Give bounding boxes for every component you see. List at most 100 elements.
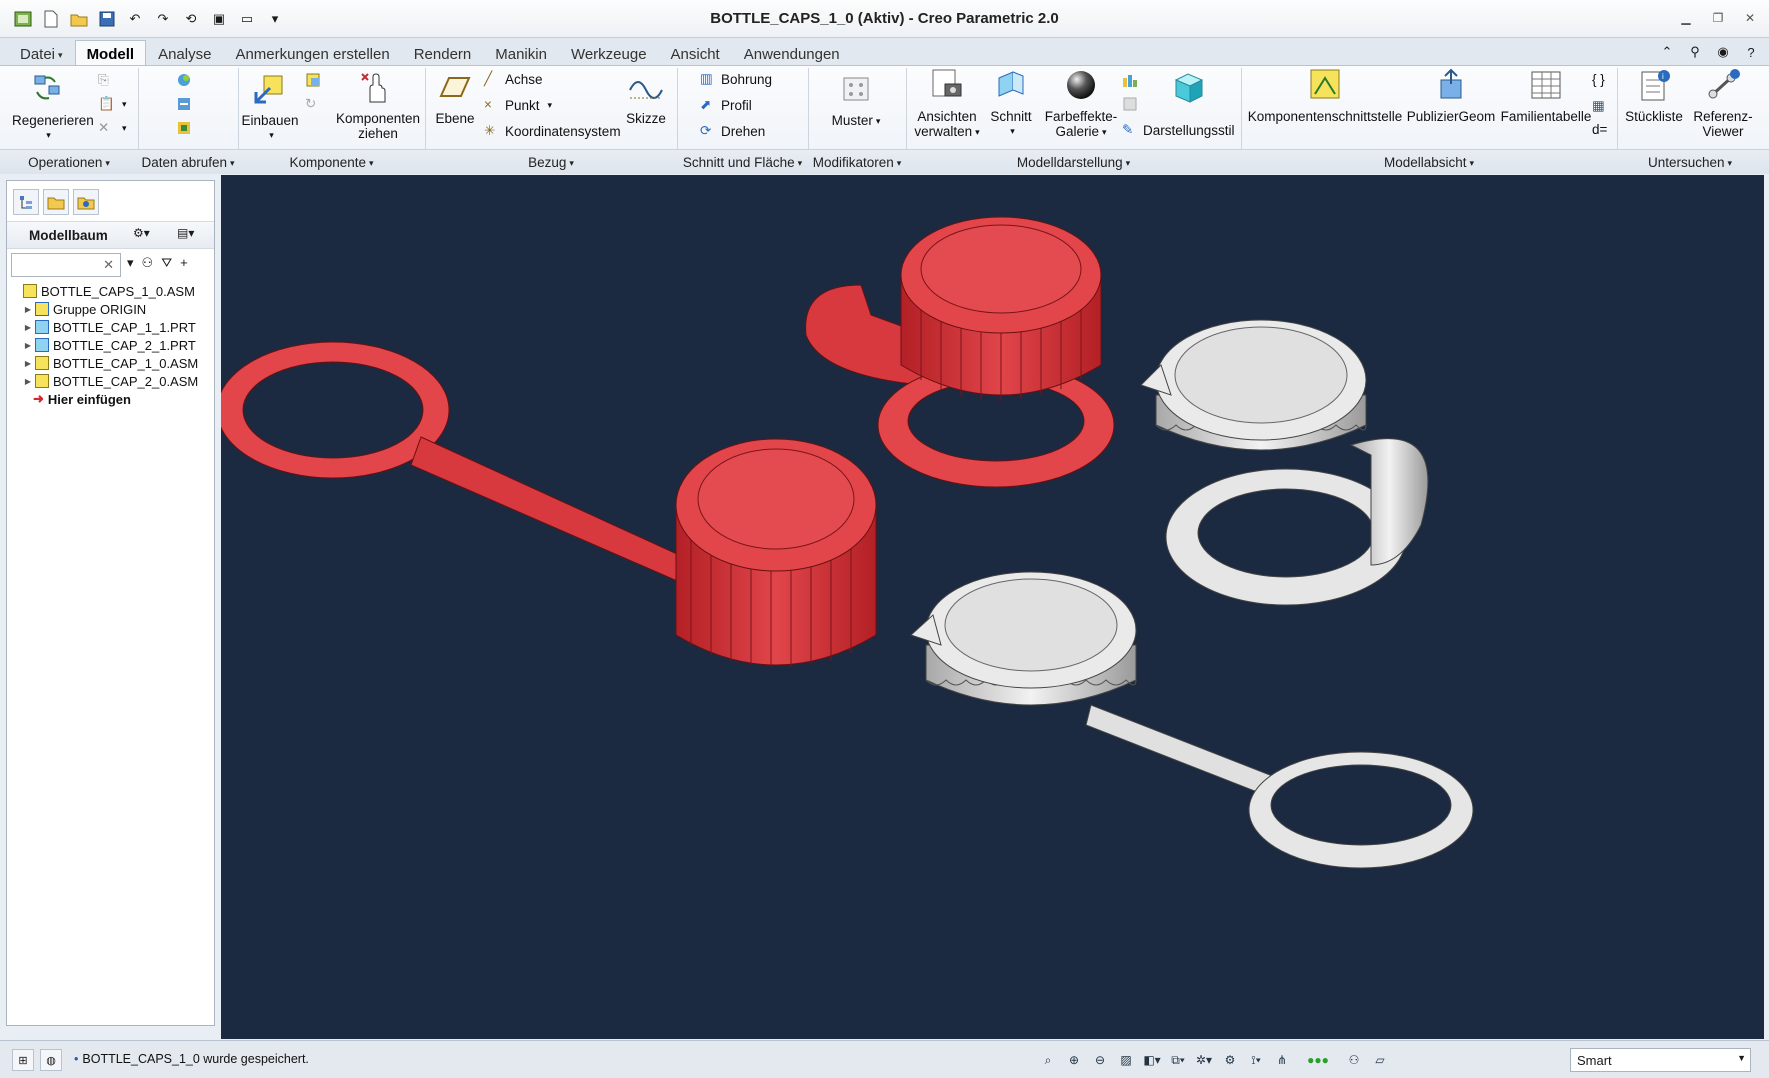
- browser-toggle-icon[interactable]: ◍: [40, 1049, 62, 1071]
- selection-box-icon[interactable]: ▱: [1370, 1050, 1390, 1070]
- display-style-button[interactable]: ✎ Darstellungsstil: [1122, 122, 1235, 138]
- community-icon[interactable]: ◉: [1713, 42, 1733, 62]
- selection-filter-dropdown[interactable]: Smart ▼: [1570, 1048, 1751, 1072]
- refit-icon[interactable]: ⌕: [1038, 1050, 1058, 1070]
- revolve-button[interactable]: ⟳ Drehen: [700, 123, 765, 139]
- datum-display-icon[interactable]: ✲▾: [1194, 1050, 1214, 1070]
- repaint-icon[interactable]: ▨: [1116, 1050, 1136, 1070]
- section-button[interactable]: Schnitt ▾: [988, 68, 1034, 139]
- tree-node-group[interactable]: ▶ Gruppe ORIGIN: [11, 300, 211, 318]
- profile-button[interactable]: ⬈ Profil: [700, 97, 752, 113]
- bom-button[interactable]: i Stückliste: [1620, 68, 1688, 124]
- component-interface-button[interactable]: Komponentenschnittstelle: [1246, 68, 1404, 124]
- show-tree-toggle-icon[interactable]: ⊞: [12, 1049, 34, 1071]
- search-dropdown-icon[interactable]: ▾: [127, 255, 134, 271]
- paste-button[interactable]: 📋 ▾: [98, 96, 127, 112]
- tab-datei[interactable]: Datei ▾: [8, 40, 75, 66]
- expand-icon[interactable]: ▶: [23, 359, 33, 368]
- expand-icon[interactable]: ▶: [23, 341, 33, 350]
- tree-columns-icon[interactable]: ▤▾: [177, 226, 197, 244]
- view-manager-icon[interactable]: ⋔: [1272, 1050, 1292, 1070]
- favorites-tab-icon[interactable]: [73, 189, 99, 215]
- tab-modell[interactable]: Modell: [74, 40, 147, 66]
- axis-button[interactable]: ╱ Achse: [484, 71, 543, 87]
- drag-components-button[interactable]: Komponenten ziehen: [336, 70, 420, 141]
- tree-node-asm-2[interactable]: ▶ BOTTLE_CAP_2_0.ASM: [11, 372, 211, 390]
- group-bezug[interactable]: Bezug ▾: [425, 155, 677, 170]
- relations-icon[interactable]: { }: [1592, 72, 1608, 88]
- tree-node-root[interactable]: BOTTLE_CAPS_1_0.ASM: [11, 282, 211, 300]
- tab-analyse[interactable]: Analyse: [146, 40, 223, 66]
- model-tree-tab-icon[interactable]: [13, 189, 39, 215]
- white-crown-cap-long-strap[interactable]: [910, 571, 1474, 869]
- tab-ansicht[interactable]: Ansicht: [659, 40, 732, 66]
- group-modelldarstellung[interactable]: Modelldarstellung ▾: [906, 155, 1241, 170]
- publish-geom-button[interactable]: PublizierGeom: [1406, 68, 1496, 124]
- tab-rendern[interactable]: Rendern: [402, 40, 484, 66]
- find-icon[interactable]: ⚇: [1344, 1050, 1364, 1070]
- repeat-button[interactable]: ↻: [305, 96, 321, 112]
- point-button[interactable]: × Punkt ▾: [484, 97, 552, 113]
- white-crown-cap-loop[interactable]: [1140, 319, 1429, 606]
- tab-anmerkungen-erstellen[interactable]: Anmerkungen erstellen: [223, 40, 401, 66]
- tab-anwendungen[interactable]: Anwendungen: [732, 40, 852, 66]
- group-daten-abrufen[interactable]: Daten abrufen ▾: [138, 155, 238, 170]
- group-untersuchen[interactable]: Untersuchen ▾: [1617, 155, 1763, 170]
- tree-search-input[interactable]: ✕: [11, 253, 121, 277]
- tree-settings-icon[interactable]: ⚙▾: [133, 226, 153, 244]
- group-modifikatoren[interactable]: Modifikatoren ▾: [808, 155, 906, 170]
- parameters-icon[interactable]: ▦: [1592, 98, 1608, 114]
- regenerate-button[interactable]: Regenerieren ▾: [12, 72, 94, 143]
- group-modellabsicht[interactable]: Modellabsicht ▾: [1241, 155, 1617, 170]
- sketch-button[interactable]: Skizze: [620, 70, 672, 126]
- restore-icon[interactable]: ❐: [1707, 8, 1729, 28]
- coordinate-system-button[interactable]: ✳ Koordinatensystem: [484, 123, 621, 139]
- reference-viewer-button[interactable]: Referenz- Viewer: [1690, 68, 1756, 139]
- display-style-dropdown-icon[interactable]: ◧▾: [1142, 1050, 1162, 1070]
- saved-views-icon[interactable]: ⧉▾: [1168, 1050, 1188, 1070]
- manage-views-button[interactable]: Ansichten verwalten ▾: [908, 68, 986, 140]
- display-icon-2[interactable]: [1122, 96, 1138, 112]
- display-cube-button[interactable]: [1172, 70, 1206, 104]
- zoom-in-icon[interactable]: ⊕: [1064, 1050, 1084, 1070]
- display-icon-1[interactable]: [1122, 72, 1138, 88]
- tab-werkzeuge[interactable]: Werkzeuge: [559, 40, 659, 66]
- expand-icon[interactable]: ▶: [23, 305, 33, 314]
- hole-button[interactable]: ▥ Bohrung: [700, 71, 772, 87]
- zoom-out-icon[interactable]: ⊖: [1090, 1050, 1110, 1070]
- annotation-display-icon[interactable]: ⟟▾: [1246, 1050, 1266, 1070]
- expand-icon[interactable]: ▶: [23, 323, 33, 332]
- data-icon-1[interactable]: [176, 72, 192, 88]
- plane-button[interactable]: Ebene: [432, 70, 478, 126]
- tree-node-asm-1[interactable]: ▶ BOTTLE_CAP_1_0.ASM: [11, 354, 211, 372]
- add-icon[interactable]: +: [180, 255, 188, 271]
- close-icon[interactable]: ✕: [1739, 8, 1761, 28]
- copy-button[interactable]: ⎘: [98, 72, 114, 88]
- search-icon[interactable]: ⚲: [1685, 42, 1705, 62]
- data-icon-2[interactable]: [176, 96, 192, 112]
- clear-search-icon[interactable]: ✕: [103, 257, 114, 273]
- tree-node-insert-here[interactable]: ➜ Hier einfügen: [11, 390, 211, 408]
- help-icon[interactable]: ?: [1741, 42, 1761, 62]
- tab-manikin[interactable]: Manikin: [483, 40, 559, 66]
- minimize-ribbon-icon[interactable]: ⌃: [1657, 42, 1677, 62]
- pattern-button[interactable]: Muster ▾: [818, 72, 894, 129]
- minimize-icon[interactable]: ▁: [1675, 8, 1697, 28]
- create-component-button[interactable]: [305, 72, 321, 88]
- red-cap-long-strap[interactable]: [216, 341, 877, 667]
- spin-center-icon[interactable]: ⚙: [1220, 1050, 1240, 1070]
- switch-dimensions-button[interactable]: d=: [1592, 122, 1607, 137]
- filter-icon[interactable]: ⛛: [161, 255, 172, 271]
- expand-icon[interactable]: ▶: [23, 377, 33, 386]
- binoculars-icon[interactable]: ⚇: [142, 255, 154, 271]
- folder-browser-tab-icon[interactable]: [43, 189, 69, 215]
- data-icon-3[interactable]: [176, 120, 192, 136]
- tree-node-part-1[interactable]: ▶ BOTTLE_CAP_1_1.PRT: [11, 318, 211, 336]
- einbauen-button[interactable]: Einbauen ▾: [240, 72, 300, 143]
- group-komponente[interactable]: Komponente ▾: [238, 155, 425, 170]
- appearance-gallery-button[interactable]: Farbeffekte- Galerie ▾: [1040, 68, 1122, 140]
- red-cap-loop[interactable]: [805, 216, 1115, 488]
- delete-button[interactable]: ✕ ▾: [98, 120, 127, 136]
- group-operationen[interactable]: Operationen ▾: [0, 155, 138, 170]
- family-table-button[interactable]: Familientabelle: [1500, 68, 1592, 124]
